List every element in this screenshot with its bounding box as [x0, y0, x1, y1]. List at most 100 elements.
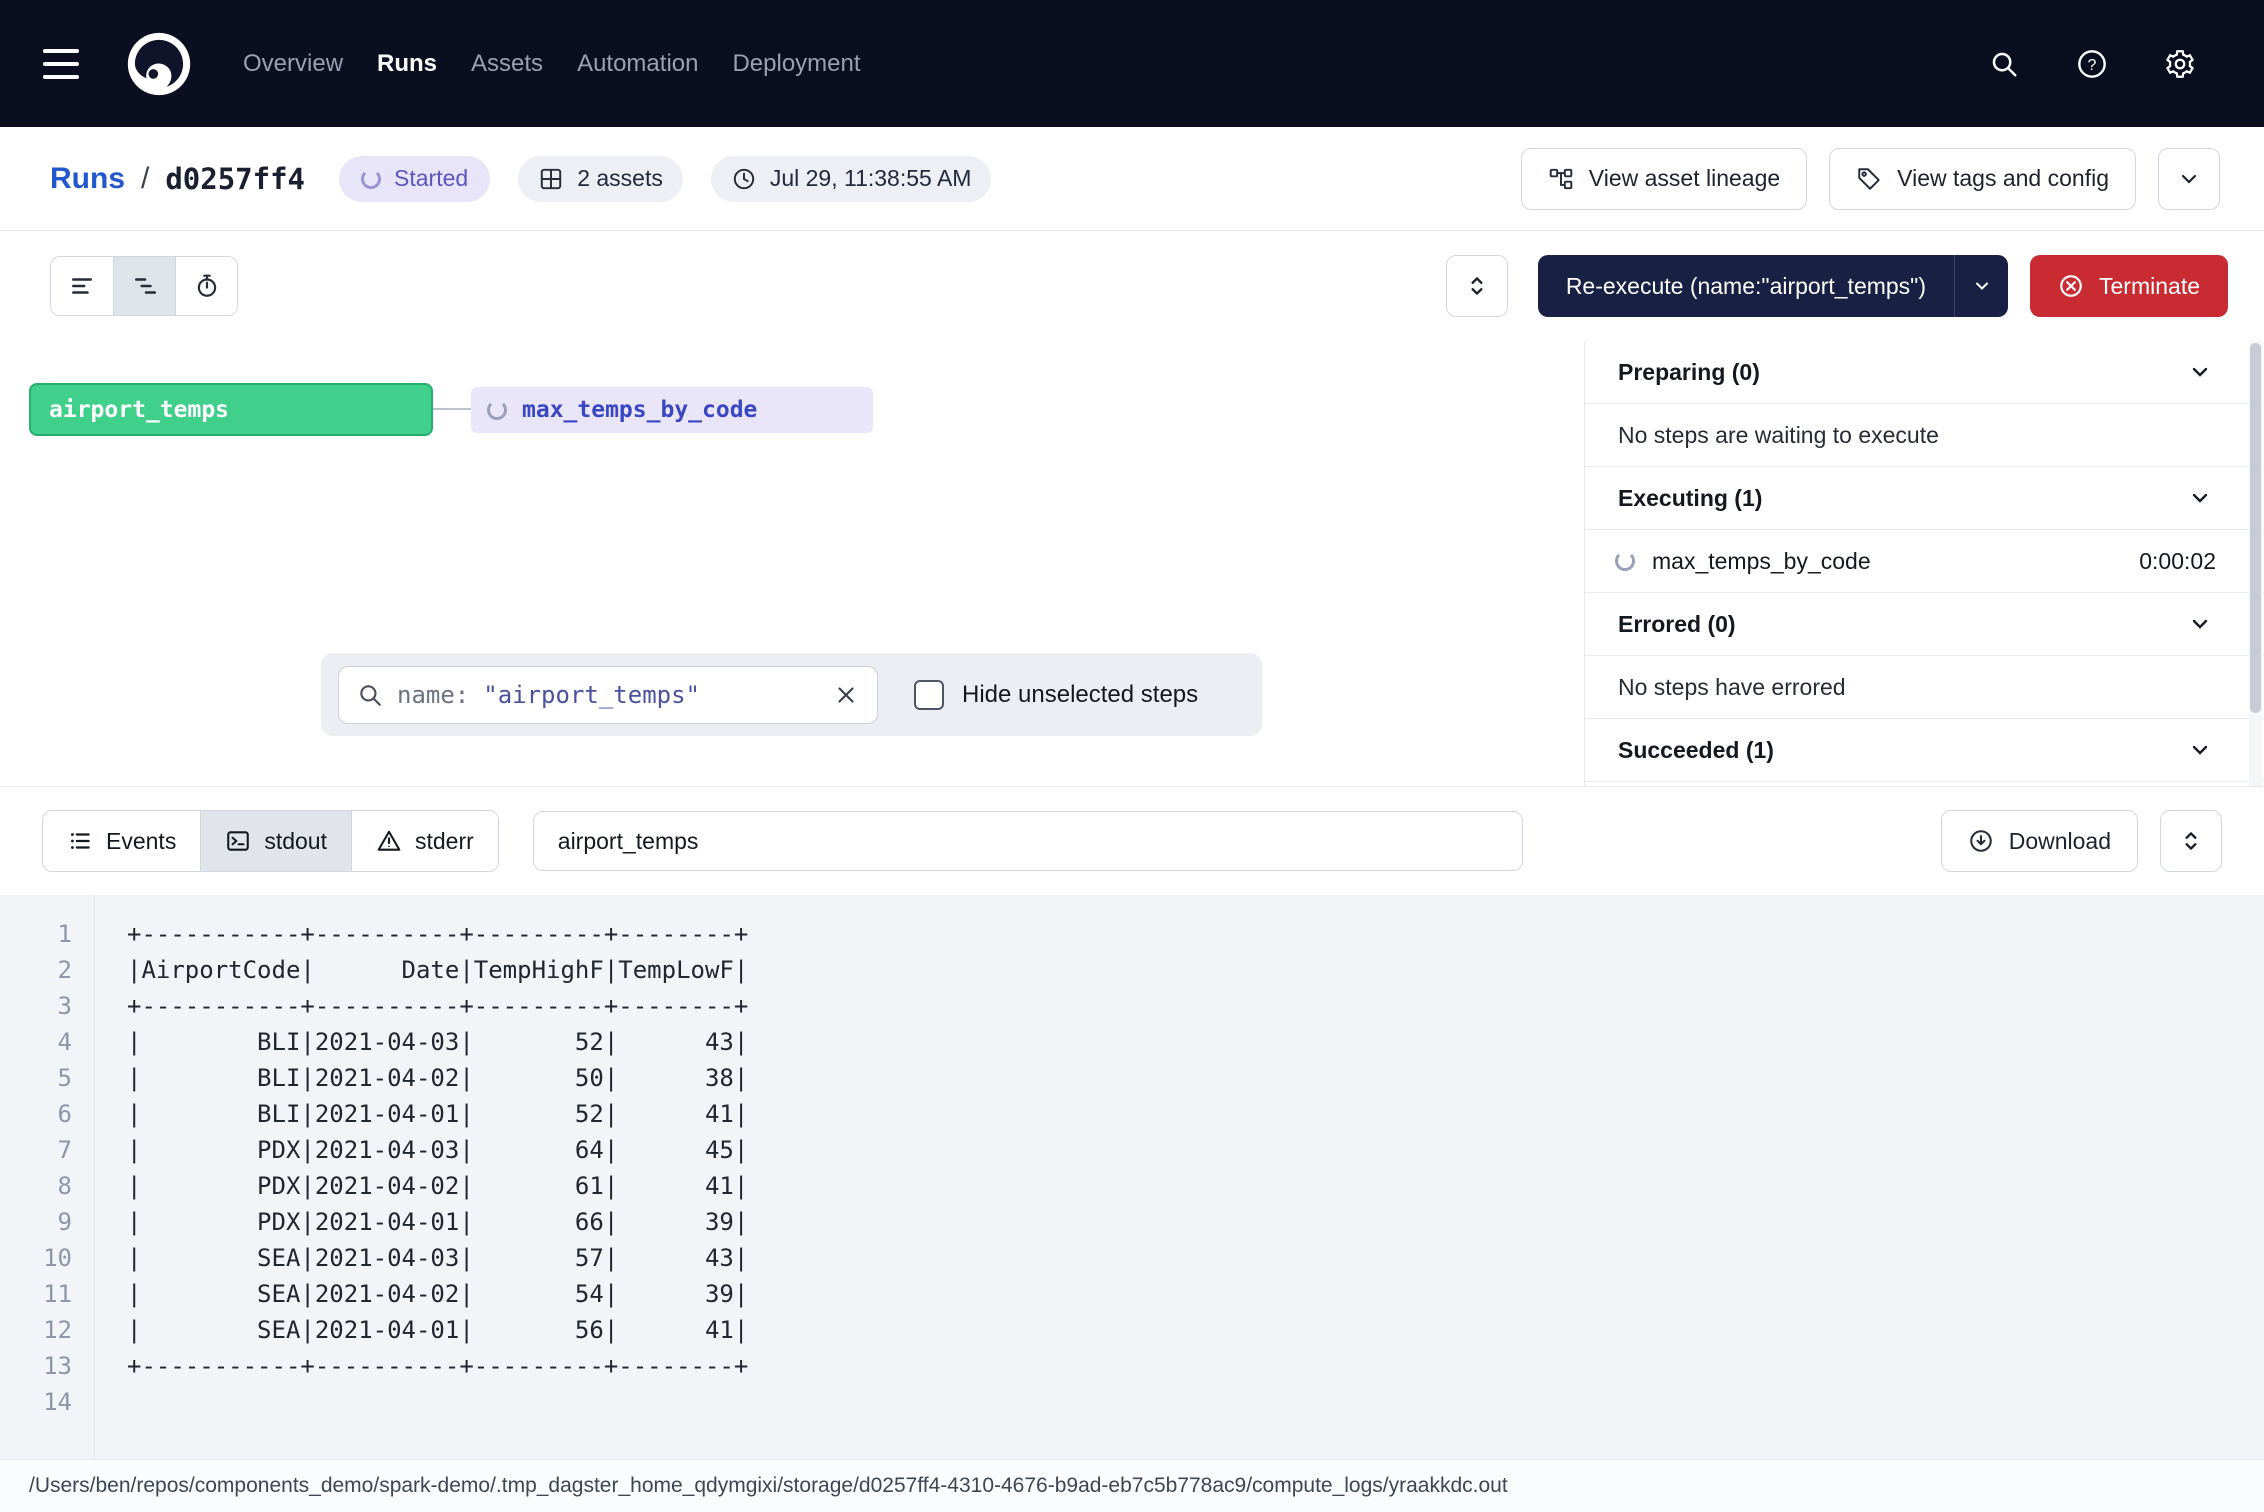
chevron-down-icon	[2177, 167, 2201, 191]
top-nav: Overview Runs Assets Automation Deployme…	[0, 0, 2264, 127]
search-icon[interactable]	[1972, 32, 2036, 96]
line-number: 6	[0, 1096, 94, 1132]
nav-item-automation[interactable]: Automation	[577, 50, 698, 78]
line-text: +-----------+----------+---------+------…	[94, 916, 748, 952]
line-text	[94, 1384, 127, 1420]
executing-step-elapsed: 0:00:02	[2139, 548, 2216, 575]
run-header: Runs / d0257ff4 Started 2 assets Jul 29,…	[0, 127, 2264, 231]
scrollbar-thumb[interactable]	[2250, 343, 2261, 713]
view-asset-lineage-label: View asset lineage	[1589, 165, 1780, 192]
download-label: Download	[2009, 828, 2111, 855]
terminate-button[interactable]: Terminate	[2030, 255, 2228, 317]
step-node-airport-temps[interactable]: airport_temps	[29, 383, 433, 436]
line-number: 11	[0, 1276, 94, 1312]
view-mode-timer-button[interactable]	[175, 257, 237, 315]
chevron-down-icon	[2188, 612, 2212, 636]
log-line: 10| SEA|2021-04-03| 57| 43|	[0, 1240, 2264, 1276]
compute-log-path: /Users/ben/repos/components_demo/spark-d…	[29, 1474, 1508, 1498]
nav-item-overview[interactable]: Overview	[243, 50, 343, 78]
hide-unselected-label[interactable]: Hide unselected steps	[962, 681, 1198, 709]
run-toolbar: Re-execute (name:"airport_temps") Termin…	[0, 231, 2264, 341]
grid-icon	[538, 166, 564, 192]
timestamp-badge: Jul 29, 11:38:55 AM	[711, 156, 992, 202]
lineage-icon	[1548, 166, 1574, 192]
step-search-input[interactable]: name:"airport_temps"	[338, 666, 878, 724]
section-succeeded-header[interactable]: Succeeded (1)	[1585, 719, 2264, 782]
graph-edge	[433, 408, 471, 410]
dagster-logo-icon[interactable]	[125, 30, 193, 98]
reexecute-dropdown-button[interactable]	[1954, 255, 2008, 317]
line-number: 8	[0, 1168, 94, 1204]
assets-count-badge[interactable]: 2 assets	[518, 156, 683, 202]
section-errored-header[interactable]: Errored (0)	[1585, 593, 2264, 656]
settings-gear-icon[interactable]	[2148, 32, 2212, 96]
clock-icon	[731, 166, 757, 192]
step-filter-bar: name:"airport_temps" Hide unselected ste…	[321, 653, 1262, 736]
view-tags-config-label: View tags and config	[1897, 165, 2109, 192]
clear-search-icon[interactable]	[833, 682, 859, 708]
panel-scrollbar[interactable]	[2249, 341, 2262, 786]
stopwatch-icon	[194, 273, 220, 299]
nav-item-assets[interactable]: Assets	[471, 50, 543, 78]
step-node-max-temps-by-code[interactable]: max_temps_by_code	[471, 387, 873, 433]
line-number: 9	[0, 1204, 94, 1240]
view-mode-segmented-control	[50, 256, 238, 316]
reexecute-button[interactable]: Re-execute (name:"airport_temps")	[1538, 255, 1954, 317]
search-icon	[357, 682, 383, 708]
log-expand-button[interactable]	[2160, 810, 2222, 872]
view-tags-config-button[interactable]: View tags and config	[1829, 148, 2136, 210]
event-list-icon	[67, 828, 93, 854]
zoom-fit-button[interactable]	[1446, 255, 1508, 317]
run-id: d0257ff4	[165, 162, 305, 196]
line-number: 14	[0, 1384, 94, 1420]
line-number: 4	[0, 1024, 94, 1060]
tab-events[interactable]: Events	[43, 811, 200, 871]
compute-log-path-bar: /Users/ben/repos/components_demo/spark-d…	[0, 1459, 2264, 1512]
line-number: 2	[0, 952, 94, 988]
nav-item-deployment[interactable]: Deployment	[732, 50, 860, 78]
line-text: | SEA|2021-04-02| 54| 39|	[94, 1276, 748, 1312]
stdout-log-viewer: 1+-----------+----------+---------+-----…	[0, 895, 2264, 1459]
view-mode-flat-button[interactable]	[51, 257, 113, 315]
menu-icon[interactable]	[43, 39, 93, 89]
line-text: | SEA|2021-04-01| 56| 41|	[94, 1312, 748, 1348]
reexecute-split-button: Re-execute (name:"airport_temps")	[1538, 255, 2008, 317]
log-tab-group: Events stdout stderr	[42, 810, 499, 872]
log-step-selector[interactable]: airport_temps	[533, 811, 1523, 871]
section-succeeded-title: Succeeded (1)	[1618, 737, 1774, 764]
help-icon[interactable]: ?	[2060, 32, 2124, 96]
run-actions-chevron-button[interactable]	[2158, 148, 2220, 210]
expand-vertical-icon	[1464, 273, 1490, 299]
line-number: 7	[0, 1132, 94, 1168]
log-line: 3+-----------+----------+---------+-----…	[0, 988, 2264, 1024]
view-mode-waterfall-button[interactable]	[113, 257, 175, 315]
hide-unselected-checkbox[interactable]	[914, 680, 944, 710]
breadcrumb: Runs / d0257ff4	[50, 162, 305, 196]
line-number: 10	[0, 1240, 94, 1276]
line-text: +-----------+----------+---------+------…	[94, 988, 748, 1024]
spinner-icon	[361, 169, 381, 189]
run-main: airport_temps max_temps_by_code name:"ai…	[0, 341, 2264, 787]
breadcrumb-runs-link[interactable]: Runs	[50, 162, 125, 196]
line-text: | BLI|2021-04-01| 52| 41|	[94, 1096, 748, 1132]
executing-step-row[interactable]: max_temps_by_code 0:00:02	[1585, 530, 2264, 593]
nav-item-runs[interactable]: Runs	[377, 50, 437, 78]
section-preparing-header[interactable]: Preparing (0)	[1585, 341, 2264, 404]
caret-down-icon	[1972, 276, 1992, 296]
step-status-panel: Preparing (0) No steps are waiting to ex…	[1584, 341, 2264, 786]
primary-nav: Overview Runs Assets Automation Deployme…	[243, 50, 861, 78]
chevron-down-icon	[2188, 738, 2212, 762]
gantt-waterfall-icon	[132, 273, 158, 299]
section-executing-header[interactable]: Executing (1)	[1585, 467, 2264, 530]
download-button[interactable]: Download	[1941, 810, 2138, 872]
view-asset-lineage-button[interactable]: View asset lineage	[1521, 148, 1807, 210]
section-preparing-empty: No steps are waiting to execute	[1585, 404, 2264, 467]
tab-stdout[interactable]: stdout	[200, 811, 351, 871]
line-text: | BLI|2021-04-03| 52| 43|	[94, 1024, 748, 1060]
tab-stderr-label: stderr	[415, 828, 474, 855]
tab-stderr[interactable]: stderr	[351, 811, 498, 871]
line-text: | PDX|2021-04-02| 61| 41|	[94, 1168, 748, 1204]
tab-stdout-label: stdout	[264, 828, 327, 855]
line-number: 1	[0, 916, 94, 952]
line-text: |AirportCode| Date|TempHighF|TempLowF|	[94, 952, 748, 988]
